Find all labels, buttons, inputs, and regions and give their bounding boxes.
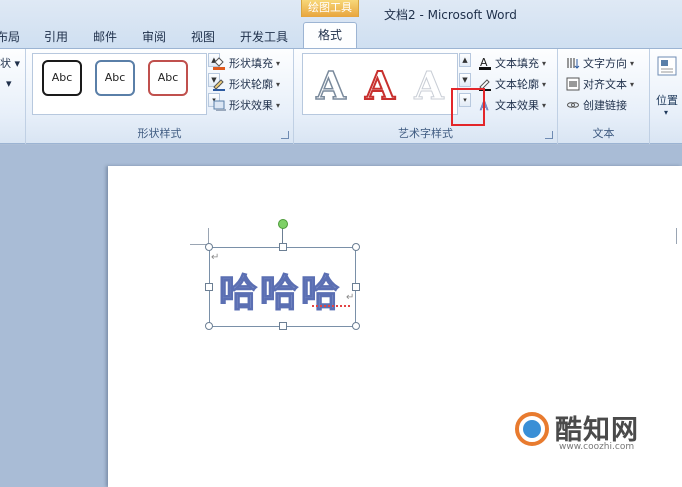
- wordart-gallery-down-button[interactable]: ▼: [459, 73, 471, 87]
- shape-outline-label: 形状轮廓: [229, 78, 273, 91]
- ribbon-group-wordart-styles: A A A ▲ ▼ ▾ A 文本填充 ▾ 文本轮廓 ▾ A 文本效果 ▾ 艺术字…: [294, 49, 558, 144]
- rotation-handle[interactable]: [278, 219, 288, 229]
- text-direction-button[interactable]: 文字方向 ▾: [566, 55, 634, 71]
- ribbon-group-text: 文字方向 ▾ 对齐文本 ▾ 创建链接 文本: [558, 49, 650, 144]
- resize-handle-top-left[interactable]: [205, 243, 213, 251]
- wordart-style-light[interactable]: A: [407, 63, 451, 108]
- wordart-style-outline-gray[interactable]: A: [309, 63, 353, 109]
- shape-styles-group-label: 形状样式: [137, 127, 182, 140]
- text-outline-label: 文本轮廓: [495, 78, 539, 91]
- chain-link-icon: [567, 102, 579, 108]
- chevron-down-icon: ▾: [276, 79, 281, 89]
- resize-handle-bottom[interactable]: [279, 322, 287, 330]
- crop-mark: [208, 228, 209, 244]
- shape-style-blue[interactable]: Abc: [95, 60, 135, 96]
- paragraph-mark-icon: ↵: [346, 292, 355, 303]
- tab-review[interactable]: 审阅: [142, 28, 166, 45]
- chevron-down-icon: ▾: [542, 79, 547, 89]
- tab-format[interactable]: 格式: [303, 22, 357, 49]
- chevron-down-icon: ▾: [542, 58, 547, 68]
- left-partial-cmd-2[interactable]: ▾: [6, 77, 12, 90]
- text-effects-button[interactable]: A 文本效果 ▾: [478, 97, 546, 113]
- text-outline-button[interactable]: 文本轮廓 ▾: [478, 76, 546, 92]
- position-button[interactable]: 位置 ▾: [656, 55, 680, 117]
- chevron-down-icon: ▾: [630, 58, 635, 68]
- text-effects-label: 文本效果: [495, 99, 539, 112]
- chevron-down-icon: ▾: [276, 58, 281, 68]
- shape-effects-button[interactable]: 形状效果 ▾: [212, 97, 280, 113]
- position-label: 位置: [656, 94, 678, 107]
- tab-layout[interactable]: 布局: [0, 28, 20, 45]
- tab-references[interactable]: 引用: [44, 28, 68, 45]
- chevron-down-icon: ▾: [542, 100, 547, 110]
- shape-style-red[interactable]: Abc: [148, 60, 188, 96]
- window-title: 文档2 - Microsoft Word: [384, 8, 517, 22]
- ribbon: 状 ▾ ▾ Abc Abc Abc ▲ ▼ ▾ 形状填充 ▾ 形状轮廓 ▾ 形状…: [0, 48, 682, 144]
- resize-handle-bottom-right[interactable]: [352, 322, 360, 330]
- ribbon-group-shape-styles: Abc Abc Abc ▲ ▼ ▾ 形状填充 ▾ 形状轮廓 ▾ 形状效果 ▾ 形…: [26, 49, 294, 144]
- ribbon-group-arrange-partial: 位置 ▾: [650, 49, 682, 144]
- text-fill-label: 文本填充: [495, 57, 539, 70]
- ribbon-group-left-partial: 状 ▾ ▾: [0, 49, 26, 144]
- text-direction-icon: [567, 58, 580, 69]
- resize-handle-top[interactable]: [279, 243, 287, 251]
- wordart-styles-group-label: 艺术字样式: [398, 127, 453, 140]
- paint-bucket-icon: [213, 57, 225, 70]
- text-direction-label: 文字方向: [583, 57, 627, 70]
- shape-style-black[interactable]: Abc: [42, 60, 82, 96]
- chevron-down-icon: ▾: [630, 79, 635, 89]
- title-bar: 绘图工具 文档2 - Microsoft Word 布局 引用 邮件 审阅 视图…: [0, 0, 682, 49]
- chevron-down-icon: ▾: [276, 100, 281, 110]
- shape-styles-dialog-launcher[interactable]: [281, 131, 289, 139]
- tab-view[interactable]: 视图: [191, 28, 215, 45]
- shape-outline-button[interactable]: 形状轮廓 ▾: [212, 76, 280, 92]
- shape-styles-gallery: Abc Abc Abc: [32, 53, 207, 115]
- resize-handle-right[interactable]: [352, 283, 360, 291]
- align-text-icon: [566, 77, 580, 91]
- shape-effects-label: 形状效果: [229, 99, 273, 112]
- chevron-down-icon: ▾: [664, 108, 669, 117]
- watermark-logo: 酷知网 www.coozhi.com: [515, 408, 649, 452]
- text-group-label: 文本: [592, 127, 615, 140]
- shape-fill-label: 形状填充: [229, 57, 273, 70]
- shape-fill-button[interactable]: 形状填充 ▾: [212, 55, 280, 71]
- wordart-gallery: A A A: [302, 53, 458, 115]
- resize-handle-left[interactable]: [205, 283, 213, 291]
- position-icon: [657, 56, 677, 76]
- resize-handle-bottom-left[interactable]: [205, 322, 213, 330]
- create-link-button[interactable]: 创建链接: [566, 97, 627, 113]
- left-partial-cmd-1[interactable]: 状 ▾: [0, 55, 20, 71]
- context-tab-group-label: 绘图工具: [301, 0, 359, 17]
- tab-developer[interactable]: 开发工具: [240, 28, 288, 45]
- align-text-button[interactable]: 对齐文本 ▾: [566, 76, 634, 92]
- create-link-label: 创建链接: [583, 99, 627, 112]
- align-text-label: 对齐文本: [583, 78, 627, 91]
- highlight-box: [451, 88, 485, 126]
- text-fill-button[interactable]: A 文本填充 ▾: [478, 55, 546, 71]
- resize-handle-top-right[interactable]: [352, 243, 360, 251]
- wordart-style-outline-red[interactable]: A: [358, 63, 402, 109]
- spellcheck-underline: [312, 304, 350, 307]
- crop-mark: [676, 228, 677, 244]
- tab-mailings[interactable]: 邮件: [93, 28, 117, 45]
- shape-effects-icon: [213, 100, 226, 111]
- textbox-content[interactable]: 哈哈哈: [218, 262, 342, 317]
- pencil-outline-icon: [213, 79, 225, 91]
- watermark-url: www.coozhi.com: [559, 442, 635, 452]
- text-fill-icon: A: [479, 56, 491, 70]
- wordart-gallery-up-button[interactable]: ▲: [459, 53, 471, 67]
- watermark-dot-icon: [523, 420, 541, 438]
- wordart-styles-dialog-launcher[interactable]: [545, 131, 553, 139]
